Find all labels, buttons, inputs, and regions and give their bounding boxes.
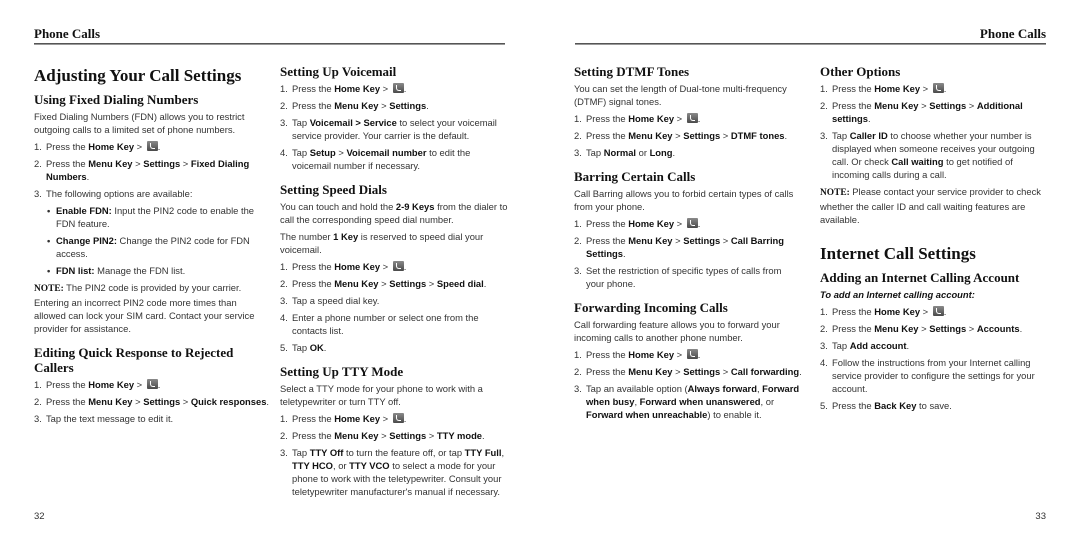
heading-fdn: Using Fixed Dialing Numbers	[34, 92, 199, 107]
tty-intro: Select a TTY mode for your phone to work…	[280, 383, 483, 407]
step: 2. Press the Menu Key > Settings > DTMF t…	[574, 130, 788, 141]
step: 3. Tap Normal or Long.	[574, 147, 676, 158]
heading-voicemail: Setting Up Voicemail	[280, 64, 397, 79]
speed-intro: You can touch and hold the 2-9 Keys from…	[280, 201, 508, 225]
internet-steps: 1. Press the Home Key > . 2. Press the Men…	[820, 305, 1048, 412]
step: 3. Tap TTY Off to turn the feature off, o…	[280, 447, 505, 497]
speed-steps: 1. Press the Home Key > . 2. Press the Men…	[280, 260, 508, 354]
heading-internet-account: Adding an Internet Calling Account	[820, 270, 1020, 285]
heading-tty: Setting Up TTY Mode	[280, 364, 404, 379]
phone-app-icon	[392, 83, 404, 93]
heading-dtmf: Setting DTMF Tones	[574, 64, 690, 79]
other-note: NOTE: Please contact your service provid…	[820, 186, 1041, 225]
step: 2. Press the Menu Key > Settings.	[280, 100, 429, 111]
step: 3. Set the restriction of specific types …	[574, 265, 782, 289]
step: 1. Press the Home Key > .	[34, 141, 161, 152]
step: 5. Tap OK.	[280, 342, 327, 353]
forwarding-steps: 1. Press the Home Key > . 2. Press the Men…	[574, 348, 802, 421]
section-title-adjusting: Adjusting Your Call Settings	[34, 66, 242, 85]
column-3: Setting DTMF Tones You can set the lengt…	[574, 64, 802, 425]
phone-app-icon	[686, 218, 698, 228]
heading-forwarding: Forwarding Incoming Calls	[574, 300, 728, 315]
voicemail-steps: 1. Press the Home Key > . 2. Press the Men…	[280, 82, 508, 172]
step: 3. Tap a speed dial key.	[280, 295, 380, 306]
step: 2. Press the Menu Key > Settings > TTY mo…	[280, 430, 485, 441]
page-number-right: 33	[1035, 511, 1046, 522]
section-title-internet: Internet Call Settings	[820, 244, 976, 263]
step: 4. Follow the instructions from your Inte…	[820, 357, 1035, 394]
running-head-left: Phone Calls	[34, 26, 101, 41]
step: 2. Press the Menu Key > Settings > Call B…	[574, 235, 784, 259]
barring-steps: 1. Press the Home Key > . 2. Press the Men…	[574, 217, 802, 290]
header-rule-right	[575, 43, 1046, 45]
step: 1. Press the Home Key > .	[574, 218, 701, 229]
heading-quick-response: Editing Quick Response to Rejected Calle…	[34, 345, 234, 375]
step: 3. Tap Add account.	[820, 340, 910, 351]
internet-subheading: To add an Internet calling account:	[820, 289, 975, 300]
step: 5. Press the Back Key to save.	[820, 400, 952, 411]
step: 4. Tap Setup > Voicemail number to edit t…	[280, 147, 471, 171]
option-item: • Enable FDN: Input the PIN2 code to enab…	[47, 205, 255, 229]
column-1: Adjusting Your Call Settings Using Fixed…	[34, 64, 270, 429]
barring-intro: Call Barring allows you to forbid certai…	[574, 188, 794, 212]
step: 3. Tap an available option (Always forwar…	[574, 383, 800, 420]
dtmf-intro: You can set the length of Dual-tone mult…	[574, 83, 787, 107]
step: 3. Tap Caller ID to choose whether your n…	[820, 130, 1035, 180]
phone-app-icon	[392, 413, 404, 423]
page-number-left: 32	[34, 511, 45, 522]
step: 1. Press the Home Key > .	[574, 113, 701, 124]
step: 1. Press the Home Key > .	[280, 413, 407, 424]
step: 1. Press the Home Key > .	[820, 306, 947, 317]
option-item: • Change PIN2: Change the PIN2 code for F…	[47, 235, 250, 259]
step: 2. Press the Menu Key > Settings > Speed …	[280, 278, 487, 289]
step: 4. Enter a phone number or select one fro…	[280, 312, 479, 336]
phone-app-icon	[686, 113, 698, 123]
step: 3. The following options are available:	[34, 188, 193, 199]
step: 2. Press the Menu Key > Settings > Quick …	[34, 396, 270, 407]
step: 2. Press the Menu Key > Settings > Additi…	[820, 100, 1023, 124]
quick-steps: 1. Press the Home Key > . 2. Press the Men…	[34, 378, 270, 425]
step: 1. Press the Home Key > .	[574, 349, 701, 360]
heading-barring: Barring Certain Calls	[574, 169, 696, 184]
phone-app-icon	[932, 306, 944, 316]
other-steps: 1. Press the Home Key > . 2. Press the Men…	[820, 82, 1048, 181]
tty-steps: 1. Press the Home Key > . 2. Press the Men…	[280, 412, 508, 498]
heading-speed-dials: Setting Speed Dials	[280, 182, 387, 197]
fdn-steps: 1. Press the Home Key > . 2. Press the Men…	[34, 140, 262, 200]
option-item: • FDN list: Manage the FDN list.	[47, 265, 186, 276]
phone-app-icon	[932, 83, 944, 93]
step: 3. Tap the text message to edit it.	[34, 413, 174, 424]
step: 1. Press the Home Key > .	[280, 261, 407, 272]
step: 2. Press the Menu Key > Settings > Accoun…	[820, 323, 1023, 334]
step: 1. Press the Home Key > .	[34, 379, 161, 390]
column-2: Setting Up Voicemail 1. Press the Home Ke…	[280, 64, 508, 502]
step: 2. Press the Menu Key > Settings > Call f…	[574, 366, 802, 377]
phone-app-icon	[392, 261, 404, 271]
phone-app-icon	[686, 349, 698, 359]
fdn-options: • Enable FDN: Input the PIN2 code to enab…	[34, 204, 262, 277]
step: 3. Tap Voicemail > Service to select your…	[280, 117, 497, 141]
column-4: Other Options 1. Press the Home Key > . 2…	[820, 64, 1048, 416]
step: 1. Press the Home Key > .	[280, 83, 407, 94]
heading-other-options: Other Options	[820, 64, 901, 79]
phone-app-icon	[146, 379, 158, 389]
header-rule-left	[34, 43, 505, 45]
fdn-note: NOTE: The PIN2 code is provided by your …	[34, 282, 255, 334]
fdn-intro: Fixed Dialing Numbers (FDN) allows you t…	[34, 111, 245, 135]
step: 2. Press the Menu Key > Settings > Fixed …	[34, 158, 250, 182]
phone-app-icon	[146, 141, 158, 151]
speed-intro-2: The number 1 Key is reserved to speed di…	[280, 231, 484, 255]
step: 1. Press the Home Key > .	[820, 83, 947, 94]
forwarding-intro: Call forwarding feature allows you to fo…	[574, 319, 780, 343]
running-head-right: Phone Calls	[979, 26, 1046, 41]
dtmf-steps: 1. Press the Home Key > . 2. Press the Men…	[574, 112, 802, 159]
